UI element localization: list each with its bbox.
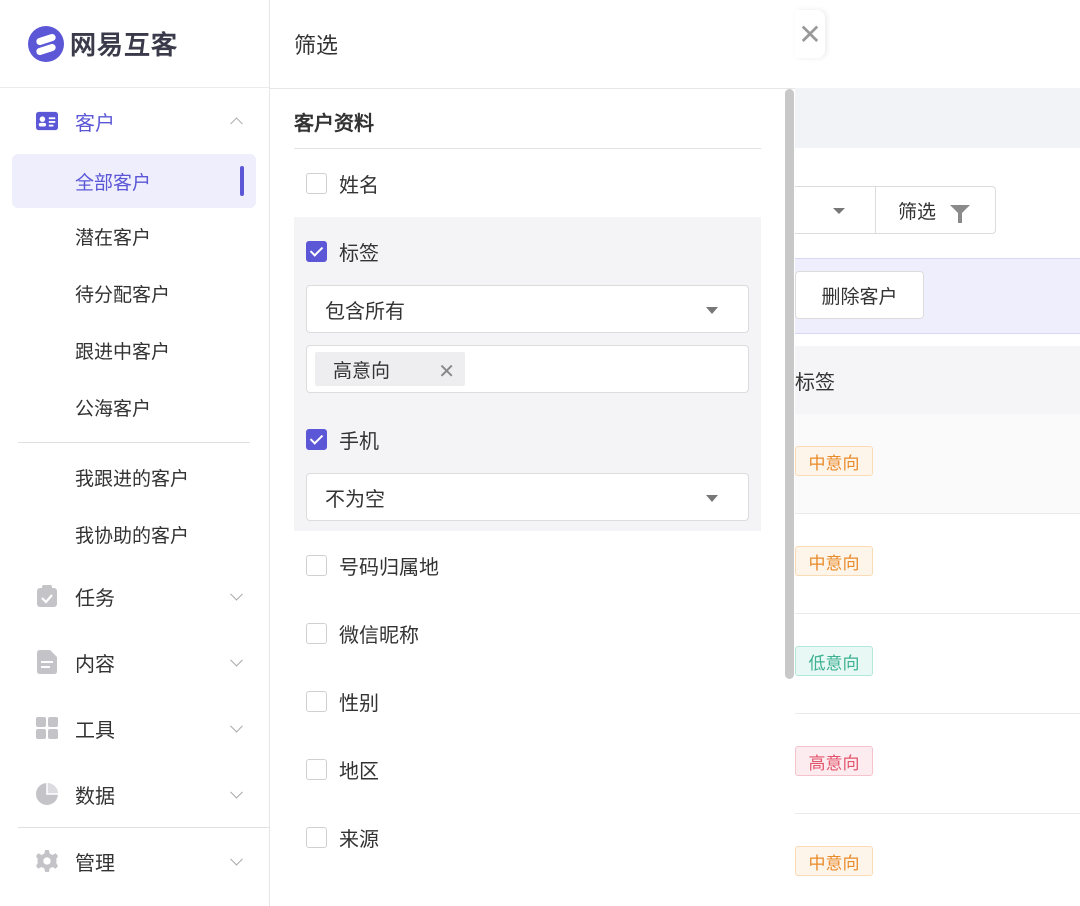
nav-group-label: 任务 (75, 585, 115, 610)
field-checkbox[interactable] (306, 826, 327, 848)
nav-group-label: 管理 (75, 850, 115, 875)
chevron-down-icon (230, 785, 243, 799)
tag-input[interactable]: 高意向 ✕ (306, 345, 749, 393)
chevron-down-icon (230, 653, 243, 667)
intent-tag: 中意向 (795, 446, 873, 476)
clipboard-icon (36, 585, 58, 607)
filter-field-row[interactable]: 号码归属地 (294, 531, 761, 599)
nav-group-data[interactable]: 数据 (0, 761, 269, 827)
nav-group-tasks[interactable]: 任务 (0, 563, 269, 629)
table-row[interactable]: 中意向 (795, 814, 1080, 906)
drawer-scrollbar[interactable] (785, 89, 794, 679)
caret-down-icon (706, 495, 718, 502)
field-label: 地区 (339, 758, 379, 783)
table-row[interactable]: 中意向 (795, 514, 1080, 614)
sidebar: 网易互客 客户 全部客户 潜在客户 待分配客户 跟进中客户 公海客户 我跟进的客… (0, 0, 270, 906)
chevron-down-icon (230, 719, 243, 733)
field-label: 手机 (339, 428, 379, 453)
column-header-tag: 标签 (795, 369, 835, 394)
field-checkbox[interactable] (306, 428, 327, 450)
field-checkbox[interactable] (306, 172, 327, 194)
pie-chart-icon (36, 783, 58, 805)
phone-condition-select[interactable]: 不为空 (306, 473, 749, 521)
divider (18, 442, 250, 443)
filter-field-row[interactable]: 标签 (294, 217, 761, 285)
funnel-icon (950, 205, 971, 223)
field-checkbox[interactable] (306, 690, 327, 712)
sidebar-item-my-assisted[interactable]: 我协助的客户 (0, 506, 269, 563)
tag-chip: 高意向 ✕ (315, 352, 465, 386)
page-header (795, 0, 1080, 88)
table-row[interactable]: 低意向 (795, 614, 1080, 714)
field-label: 来源 (339, 826, 379, 851)
close-icon[interactable]: ✕ (438, 359, 455, 383)
filter-drawer: 筛选 客户资料 姓名 标签 包含所有 高意向 ✕ 手机 不为空 号码归属地 微信… (270, 0, 795, 906)
nav-group-content[interactable]: 内容 (0, 629, 269, 695)
select-value: 包含所有 (325, 298, 405, 323)
select-value: 不为空 (325, 486, 385, 511)
sidebar-item-my-followed[interactable]: 我跟进的客户 (0, 449, 269, 506)
sidebar-item-public-pool[interactable]: 公海客户 (0, 379, 269, 436)
close-icon[interactable]: ✕ (795, 10, 825, 58)
filter-field-phone-location: 号码归属地 微信昵称 性别 地区 来源 (294, 531, 761, 871)
contact-card-icon (36, 110, 58, 132)
caret-down-icon (833, 208, 845, 214)
intent-tag: 中意向 (795, 846, 873, 876)
table-row[interactable]: 高意向 (795, 714, 1080, 814)
filter-field-row[interactable]: 性别 (294, 667, 761, 735)
intent-tag: 高意向 (795, 746, 873, 776)
grid-icon (36, 717, 58, 739)
intent-tag: 低意向 (795, 646, 873, 676)
gear-icon (36, 850, 58, 872)
field-label: 号码归属地 (339, 554, 439, 579)
logo-icon (28, 25, 64, 62)
filter-field-row[interactable]: 来源 (294, 803, 761, 871)
page-band (795, 88, 1080, 148)
table-row[interactable]: 中意向 (795, 414, 1080, 514)
field-checkbox[interactable] (306, 622, 327, 644)
field-label: 微信昵称 (339, 622, 419, 647)
table-header: 标签 (795, 346, 1080, 414)
chevron-down-icon (230, 587, 243, 601)
filter-field-row[interactable]: 手机 (294, 405, 761, 473)
nav-group-label: 内容 (75, 651, 115, 676)
field-checkbox[interactable] (306, 554, 327, 576)
nav-group-tools[interactable]: 工具 (0, 695, 269, 761)
delete-customer-button[interactable]: 删除客户 (795, 271, 924, 319)
app-name: 网易互客 (70, 31, 179, 61)
view-select[interactable] (795, 186, 876, 234)
field-label: 标签 (339, 240, 379, 265)
filter-button[interactable]: 筛选 (875, 186, 996, 234)
nav-group-label: 客户 (75, 110, 115, 135)
filter-field-row[interactable]: 姓名 (294, 149, 761, 217)
field-checkbox[interactable] (306, 758, 327, 780)
filter-field-row[interactable]: 微信昵称 (294, 599, 761, 667)
field-label: 性别 (339, 690, 379, 715)
caret-down-icon (706, 307, 718, 314)
nav-group-admin[interactable]: 管理 (0, 828, 269, 894)
logo[interactable]: 网易互客 (0, 0, 269, 88)
chevron-down-icon (230, 852, 243, 866)
nav-group-label: 数据 (75, 783, 115, 808)
tag-condition-select[interactable]: 包含所有 (306, 285, 749, 333)
field-checkbox[interactable] (306, 240, 327, 262)
drawer-title: 筛选 (270, 0, 795, 89)
intent-tag: 中意向 (795, 546, 873, 576)
sidebar-item-following-customers[interactable]: 跟进中客户 (0, 322, 269, 379)
chevron-up-icon (230, 117, 243, 131)
filter-field-tag: 标签 包含所有 高意向 ✕ 手机 不为空 (294, 217, 761, 531)
filter-field-name: 姓名 (294, 149, 761, 217)
field-label: 姓名 (339, 172, 379, 197)
nav-group-customers[interactable]: 客户 (0, 88, 269, 154)
sidebar-item-potential-customers[interactable]: 潜在客户 (0, 208, 269, 265)
sidebar-item-all-customers[interactable]: 全部客户 (12, 154, 256, 208)
tag-chip-label: 高意向 (333, 359, 391, 382)
document-icon (36, 650, 58, 674)
sidebar-item-unassigned-customers[interactable]: 待分配客户 (0, 265, 269, 322)
section-title: 客户资料 (294, 105, 761, 149)
nav-group-label: 工具 (75, 717, 115, 742)
filter-field-row[interactable]: 地区 (294, 735, 761, 803)
filter-button-label: 筛选 (898, 200, 937, 223)
